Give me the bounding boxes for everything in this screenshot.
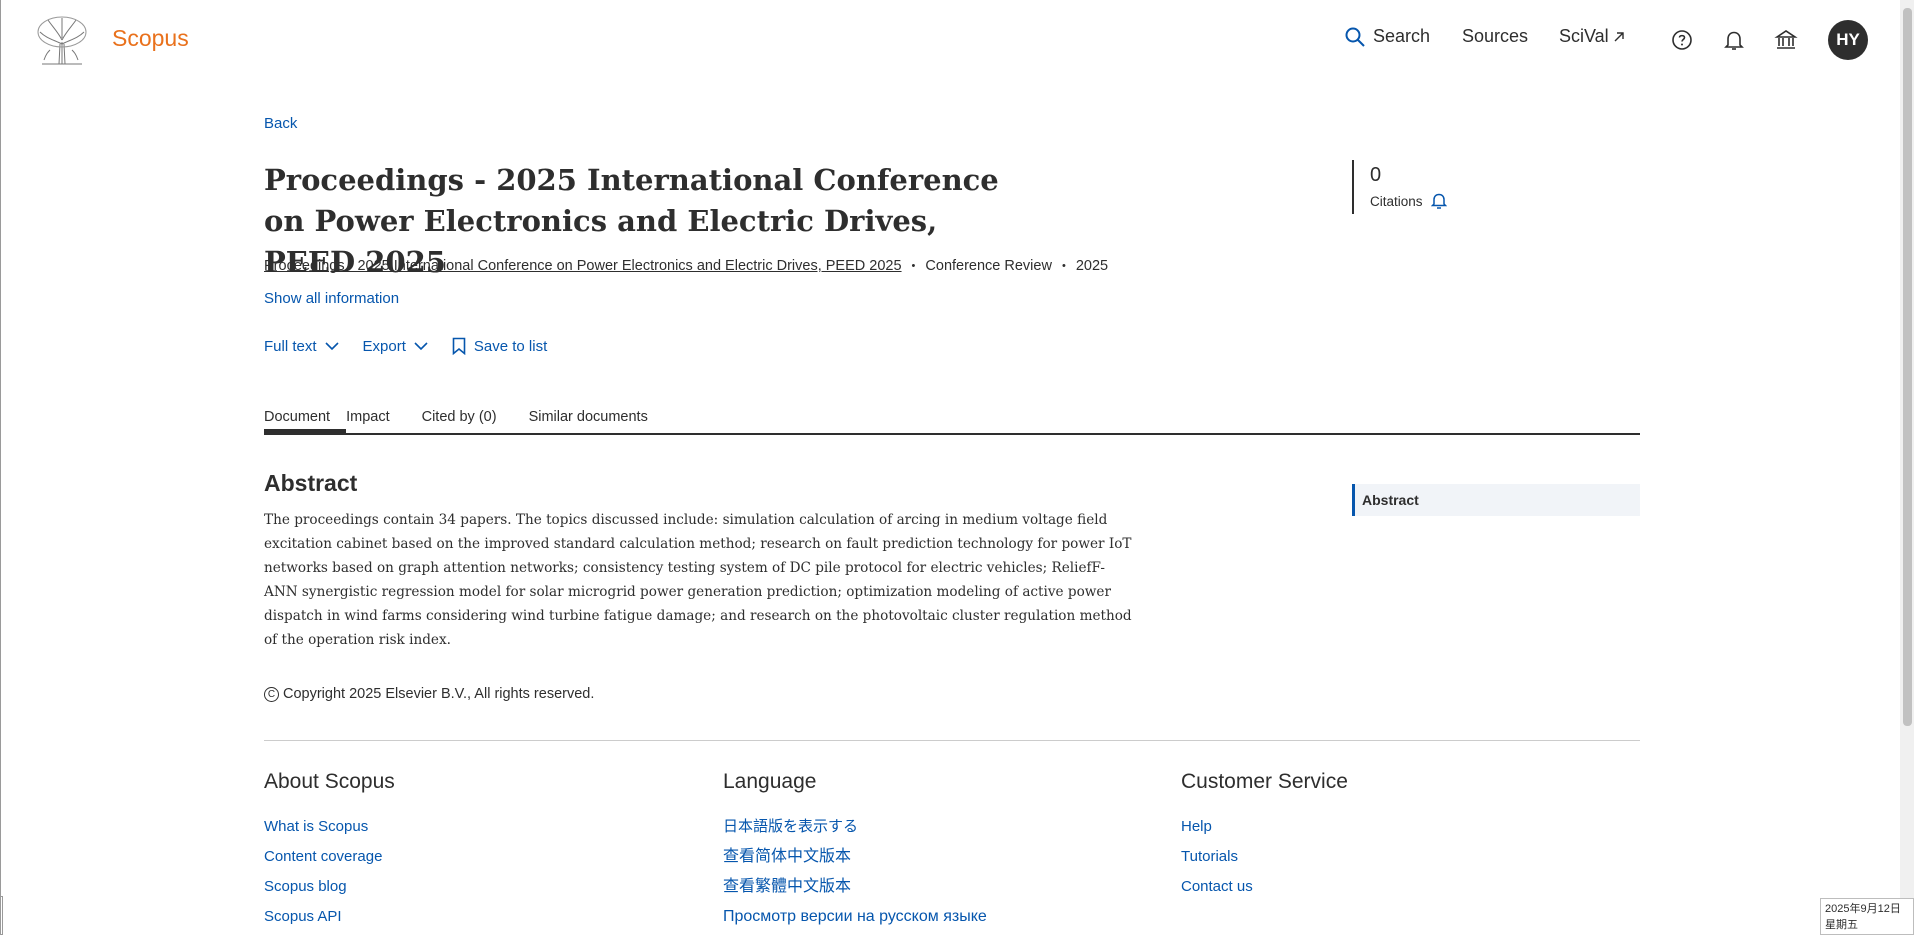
footer-link-russian[interactable]: Просмотр версии на русском языке	[723, 902, 987, 932]
show-all-information-link[interactable]: Show all information	[264, 290, 399, 307]
export-dropdown[interactable]: Export	[363, 338, 428, 355]
chevron-down-icon	[324, 341, 339, 350]
citations-panel: 0 Citations	[1352, 160, 1447, 214]
footer-divider	[264, 740, 1640, 741]
clock-date: 2025年9月12日	[1825, 903, 1901, 915]
elsevier-tree-logo[interactable]	[34, 14, 90, 66]
citations-label-row: Citations	[1370, 192, 1447, 210]
tab-similar-documents[interactable]: Similar documents	[513, 405, 664, 433]
copyright-icon: C	[264, 686, 279, 702]
nav-scival-label: SciVal	[1559, 26, 1609, 46]
footer-link-content-coverage[interactable]: Content coverage	[264, 842, 395, 872]
bell-alert-icon[interactable]	[1430, 192, 1447, 210]
tab-document[interactable]: Document	[264, 405, 347, 433]
footer-link-scopus-api[interactable]: Scopus API	[264, 902, 395, 932]
window-left-edge	[0, 0, 1, 935]
document-tabs: Document Impact Cited by (0) Similar doc…	[264, 405, 1640, 435]
back-link[interactable]: Back	[264, 115, 297, 132]
tab-cited-by[interactable]: Cited by (0)	[406, 405, 513, 433]
footer-link-tutorials[interactable]: Tutorials	[1181, 842, 1348, 872]
footer-link-traditional-chinese[interactable]: 查看繁體中文版本	[723, 872, 987, 902]
footer-customer-service-column: Customer Service Help Tutorials Contact …	[1181, 770, 1348, 902]
side-nav-abstract[interactable]: Abstract	[1352, 484, 1640, 516]
save-to-list-label: Save to list	[473, 337, 548, 355]
institution-icon[interactable]	[1774, 28, 1798, 52]
external-link-icon	[1614, 31, 1624, 41]
footer-link-what-is-scopus[interactable]: What is Scopus	[264, 812, 395, 842]
footer-link-help[interactable]: Help	[1181, 812, 1348, 842]
user-avatar[interactable]: HY	[1828, 20, 1868, 60]
export-label: Export	[362, 337, 406, 355]
clock-weekday: 星期五	[1825, 919, 1858, 931]
bookmark-icon	[452, 337, 466, 355]
document-actions: Full text Export Save to list	[264, 337, 571, 355]
footer-link-simplified-chinese[interactable]: 查看简体中文版本	[723, 842, 987, 872]
search-icon	[1345, 27, 1365, 47]
nav-sources[interactable]: Sources	[1462, 26, 1528, 47]
publication-year: 2025	[1075, 258, 1109, 274]
footer-about-column: About Scopus What is Scopus Content cove…	[264, 770, 395, 932]
nav-search-label: Search	[1373, 26, 1431, 46]
footer-language-heading: Language	[723, 770, 817, 793]
nav-search[interactable]: Search	[1345, 26, 1430, 47]
document-type: Conference Review	[925, 258, 1052, 274]
scrollbar-thumb[interactable]	[1903, 8, 1912, 726]
taskbar-edge	[0, 896, 3, 935]
tab-impact[interactable]: Impact	[346, 405, 406, 433]
top-header: Scopus Search Sources SciVal HY	[0, 0, 1900, 78]
full-text-label: Full text	[264, 337, 317, 355]
footer-customer-service-heading: Customer Service	[1181, 770, 1348, 793]
separator-dot: •	[911, 260, 916, 272]
citations-count: 0	[1370, 164, 1382, 186]
save-to-list-button[interactable]: Save to list	[452, 337, 547, 355]
footer-link-scopus-blog[interactable]: Scopus blog	[264, 872, 395, 902]
chevron-down-icon	[414, 341, 428, 350]
help-icon[interactable]	[1670, 28, 1694, 52]
bell-icon[interactable]	[1722, 28, 1746, 52]
footer-link-contact-us[interactable]: Contact us	[1181, 872, 1348, 902]
citations-label: Citations	[1370, 193, 1423, 209]
footer-language-column: Language 日本語版を表示する 查看简体中文版本 查看繁體中文版本 Про…	[723, 770, 987, 932]
document-meta: Proceedings - 2025 International Confere…	[264, 258, 1108, 274]
copyright-text: Copyright 2025 Elsevier B.V., All rights…	[283, 686, 595, 702]
page-scrollbar[interactable]	[1900, 0, 1914, 935]
full-text-dropdown[interactable]: Full text	[264, 338, 339, 355]
separator-dot: •	[1061, 260, 1066, 272]
nav-scival[interactable]: SciVal	[1559, 26, 1625, 47]
taskbar-clock[interactable]: 2025年9月12日 星期五	[1820, 898, 1914, 935]
source-title-link[interactable]: Proceedings - 2025 International Confere…	[264, 258, 902, 274]
footer-about-heading: About Scopus	[264, 770, 395, 793]
scopus-brand[interactable]: Scopus	[112, 25, 189, 52]
abstract-text: The proceedings contain 34 papers. The t…	[264, 512, 1132, 648]
abstract-heading: Abstract	[264, 470, 358, 496]
copyright-notice: C Copyright 2025 Elsevier B.V., All righ…	[264, 686, 594, 702]
footer-link-japanese[interactable]: 日本語版を表示する	[723, 812, 987, 842]
